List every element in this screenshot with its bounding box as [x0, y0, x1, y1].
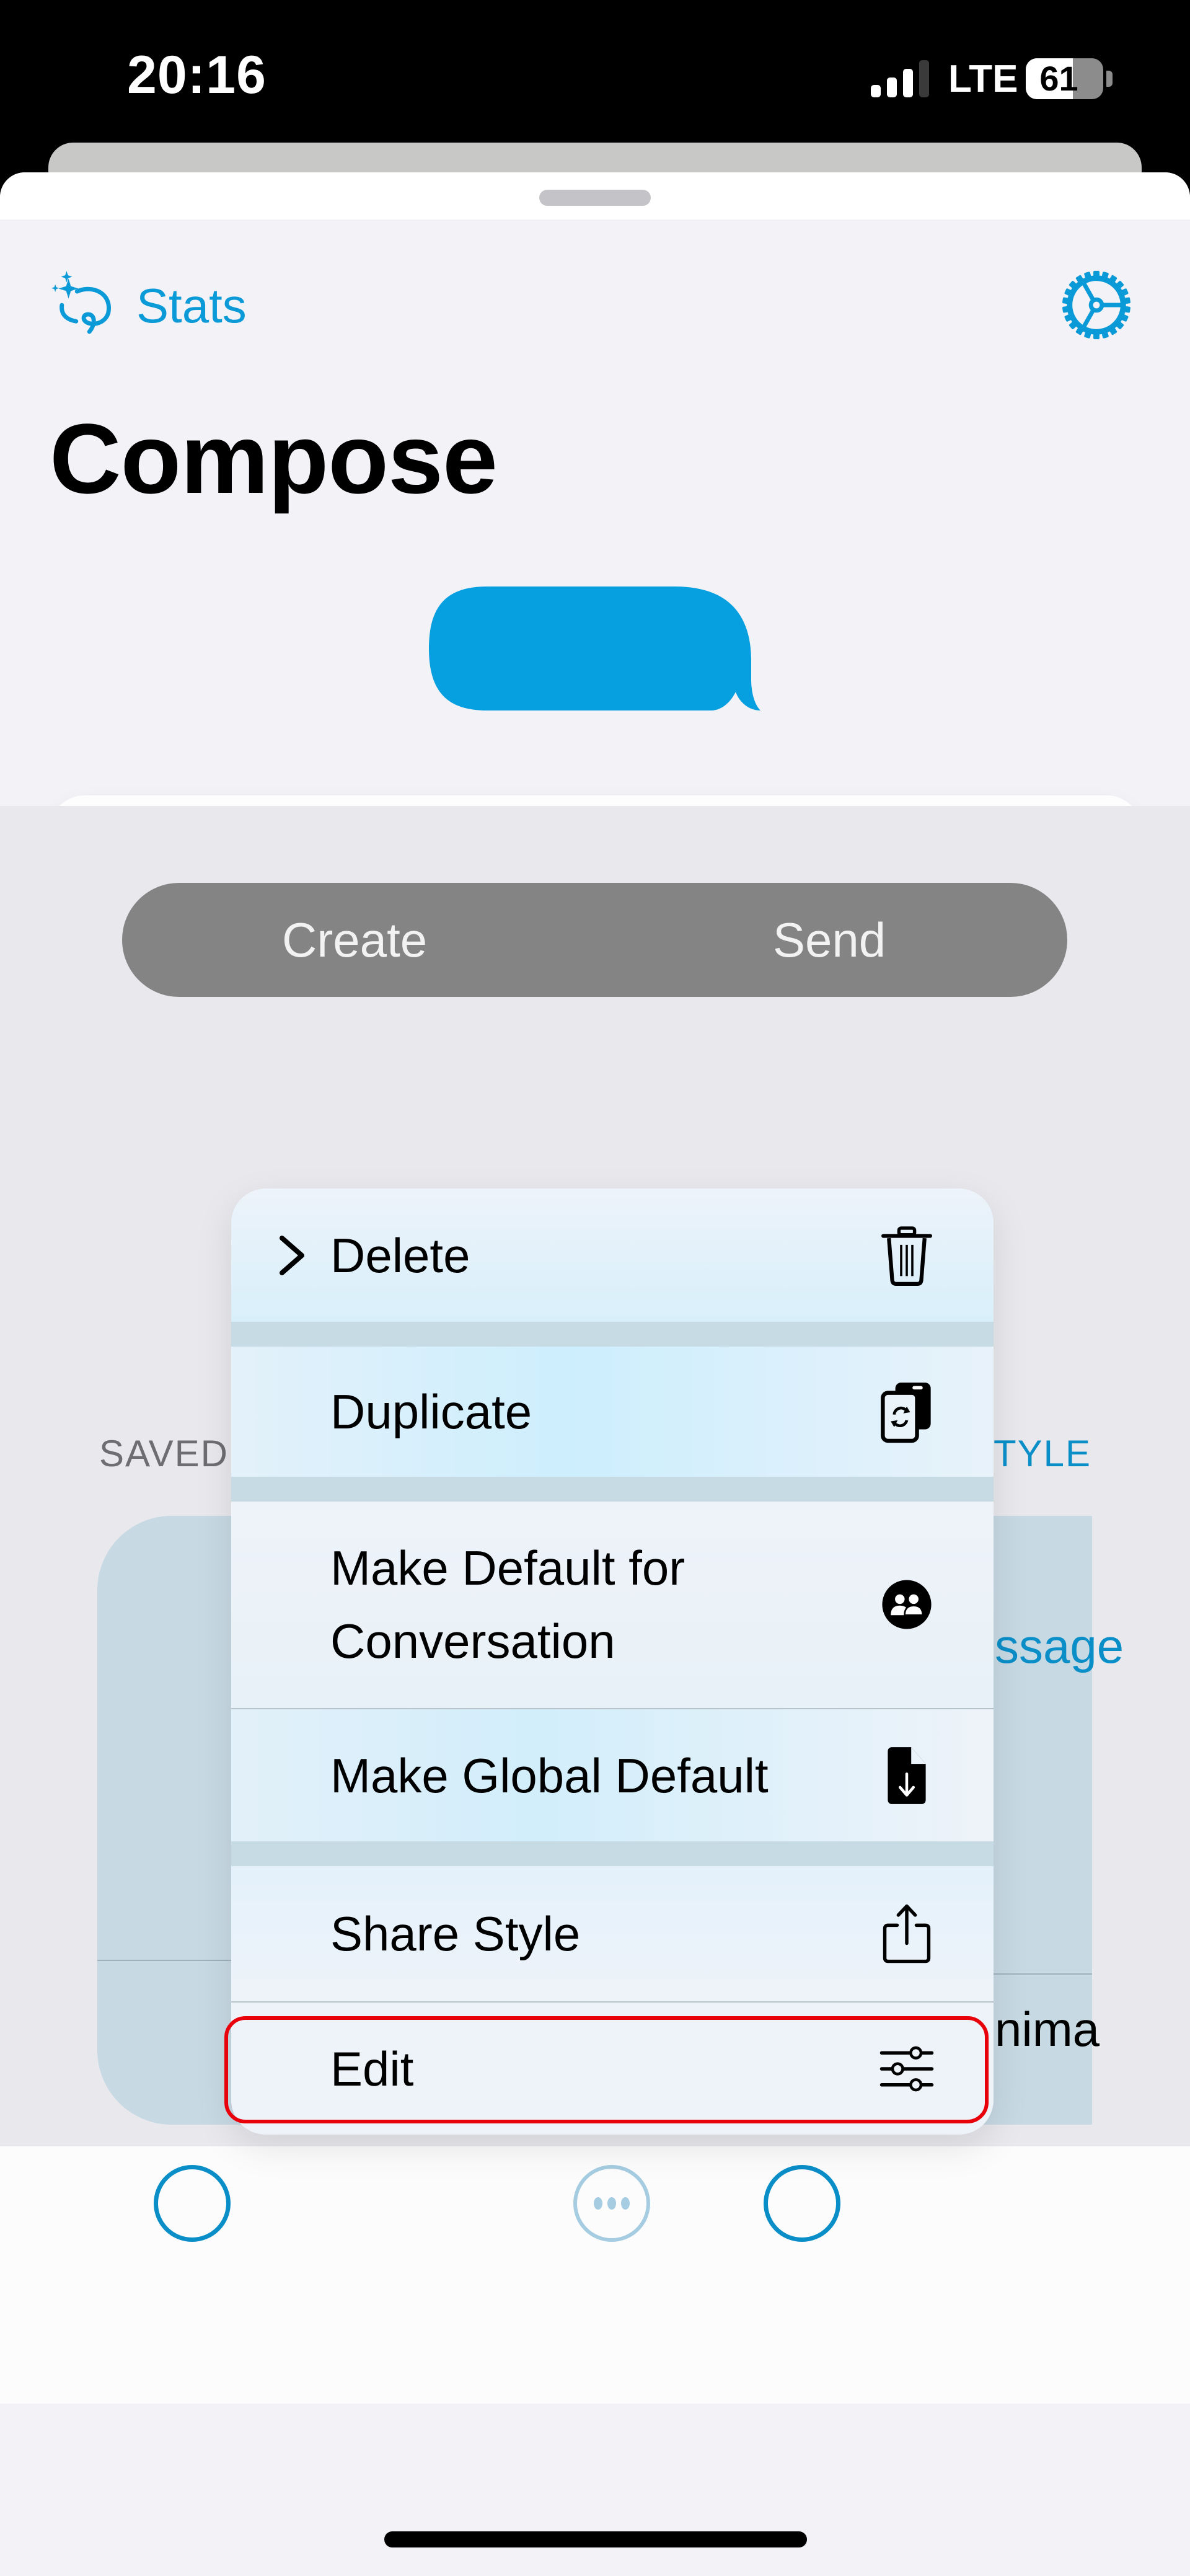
- share-icon: [876, 1900, 938, 1968]
- menu-item-label: Make Global Default: [330, 1748, 769, 1803]
- person-2-circle-icon: [876, 1570, 938, 1639]
- card-divider: [992, 1973, 1092, 1975]
- saved-section-label: SAVED: [99, 1433, 229, 1474]
- menu-item-share-style[interactable]: Share Style: [231, 1866, 994, 2001]
- ellipsis-dot: [621, 2197, 630, 2210]
- menu-item-label: Edit: [330, 2041, 414, 2096]
- menu-item-label: Duplicate: [330, 1384, 532, 1439]
- create-send-bar: Create Send: [122, 883, 1067, 997]
- style-card-text: nima: [995, 2002, 1100, 2056]
- menu-item-delete[interactable]: Delete: [231, 1188, 994, 1322]
- menu-item-edit[interactable]: Edit: [231, 2003, 994, 2135]
- menu-item-make-default-conversation[interactable]: Make Default for Conversation: [231, 1502, 994, 1708]
- page-title: Compose: [50, 403, 498, 514]
- select-circle-icon[interactable]: [154, 2165, 231, 2242]
- chevron-right-icon: [280, 1236, 304, 1275]
- menu-item-duplicate[interactable]: Duplicate: [231, 1347, 994, 1477]
- home-indicator[interactable]: [384, 2531, 807, 2547]
- menu-item-label-line1: Make Default for: [330, 1541, 685, 1595]
- menu-item-label-line2: Conversation: [330, 1614, 615, 1668]
- send-button[interactable]: Send: [773, 883, 886, 997]
- menu-item-label: Share Style: [330, 1906, 581, 1961]
- network-type: LTE: [948, 58, 1018, 100]
- doc-download-icon: [876, 1742, 938, 1810]
- menu-group-gap: [231, 1477, 994, 1502]
- trash-icon: [876, 1221, 938, 1290]
- battery-icon: 61: [1026, 58, 1103, 99]
- ellipsis-dot: [607, 2197, 616, 2210]
- message-bubble-preview[interactable]: [429, 586, 764, 710]
- gear-icon[interactable]: [1060, 268, 1133, 342]
- menu-item-label: Delete: [330, 1228, 470, 1283]
- style-section-label[interactable]: TYLE: [994, 1432, 1091, 1475]
- battery-nub: [1106, 71, 1113, 87]
- cellular-signal-icon: [871, 60, 939, 97]
- stats-button[interactable]: Stats: [43, 265, 247, 346]
- stats-label: Stats: [136, 278, 247, 333]
- style-card-text: ssage: [995, 1619, 1124, 1673]
- sliders-icon: [876, 2035, 938, 2103]
- more-options-button[interactable]: [573, 2165, 650, 2242]
- select-circle-icon[interactable]: [764, 2165, 840, 2242]
- menu-group-gap: [231, 1322, 994, 1347]
- duplicate-icon: [876, 1378, 938, 1446]
- menu-item-make-global-default[interactable]: Make Global Default: [231, 1709, 994, 1841]
- status-bar: 20:16 LTE 61: [0, 0, 1190, 143]
- sparkles-lasso-icon: [51, 271, 111, 334]
- card-divider: [97, 1960, 240, 1961]
- create-button[interactable]: Create: [282, 883, 427, 997]
- status-time: 20:16: [127, 45, 267, 105]
- context-menu: Delete Duplicate Make Default for Conver…: [231, 1188, 994, 2135]
- ellipsis-dot: [594, 2197, 602, 2210]
- menu-group-gap: [231, 1841, 994, 1866]
- battery-percent: 61: [1039, 59, 1078, 98]
- sheet-grabber[interactable]: [539, 190, 651, 206]
